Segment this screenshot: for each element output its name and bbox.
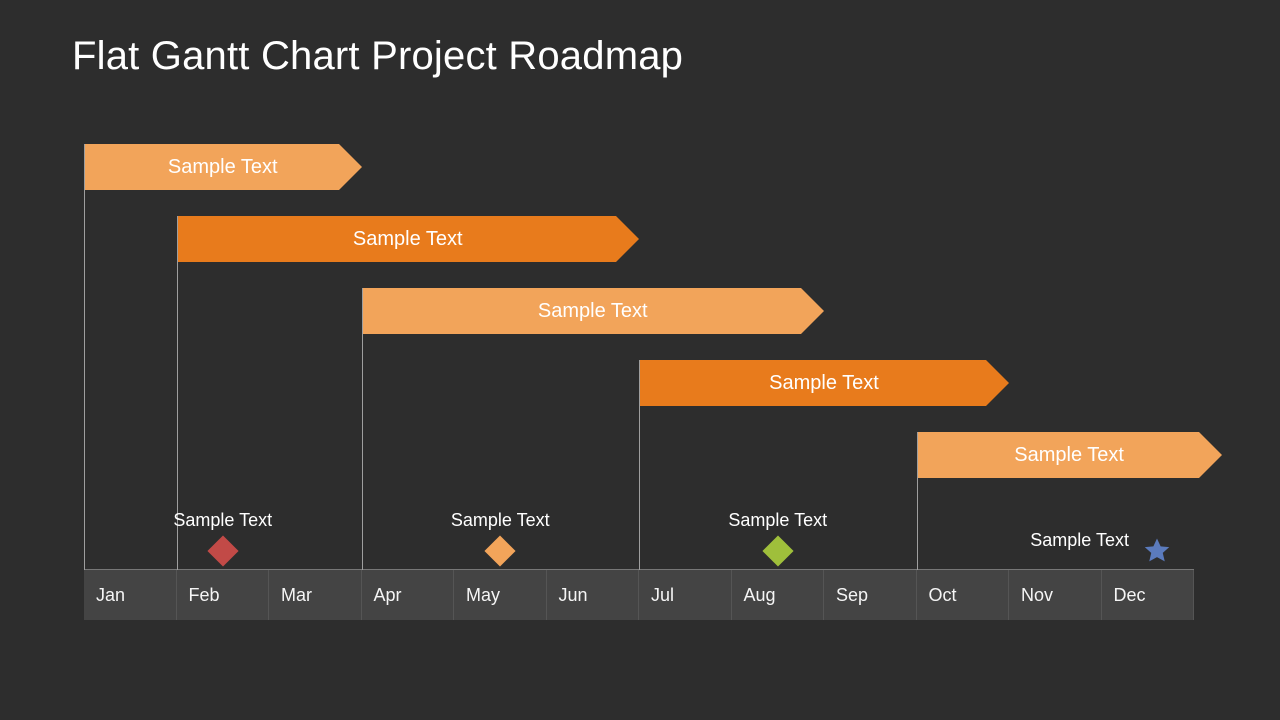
month-cell: Nov	[1009, 570, 1102, 620]
leader-line	[362, 288, 363, 570]
month-cell: Jan	[84, 570, 177, 620]
month-axis: JanFebMarAprMayJunJulAugSepOctNovDec	[84, 570, 1194, 620]
milestone-label: Sample Text	[173, 510, 272, 531]
month-cell: Feb	[177, 570, 270, 620]
gantt-bar-label: Sample Text	[168, 156, 278, 179]
month-cell: Jul	[639, 570, 732, 620]
month-cell: Apr	[362, 570, 455, 620]
month-cell: Mar	[269, 570, 362, 620]
gantt-bar[interactable]: Sample Text	[362, 288, 825, 334]
star-icon	[1142, 536, 1172, 566]
gantt-bar[interactable]: Sample Text	[917, 432, 1222, 478]
month-cell: Dec	[1102, 570, 1195, 620]
gantt-bar[interactable]: Sample Text	[177, 216, 640, 262]
milestone-label: Sample Text	[1030, 530, 1129, 551]
gantt-bar-label: Sample Text	[1014, 444, 1124, 467]
month-cell: Aug	[732, 570, 825, 620]
month-cell: Jun	[547, 570, 640, 620]
milestone-label: Sample Text	[451, 510, 550, 531]
gantt-bar-label: Sample Text	[538, 300, 648, 323]
month-cell: Oct	[917, 570, 1010, 620]
gantt-bar[interactable]: Sample Text	[639, 360, 1009, 406]
month-cell: Sep	[824, 570, 917, 620]
gantt-chart: JanFebMarAprMayJunJulAugSepOctNovDec Sam…	[84, 140, 1194, 620]
gantt-bar-label: Sample Text	[353, 228, 463, 251]
milestone-label: Sample Text	[728, 510, 827, 531]
leader-line	[84, 144, 85, 570]
page-title: Flat Gantt Chart Project Roadmap	[72, 34, 683, 79]
diamond-icon	[485, 535, 516, 566]
leader-line	[917, 432, 918, 570]
gantt-bar-label: Sample Text	[769, 372, 879, 395]
diamond-icon	[207, 535, 238, 566]
diamond-icon	[762, 535, 793, 566]
gantt-bar[interactable]: Sample Text	[84, 144, 362, 190]
leader-line	[639, 360, 640, 570]
month-cell: May	[454, 570, 547, 620]
